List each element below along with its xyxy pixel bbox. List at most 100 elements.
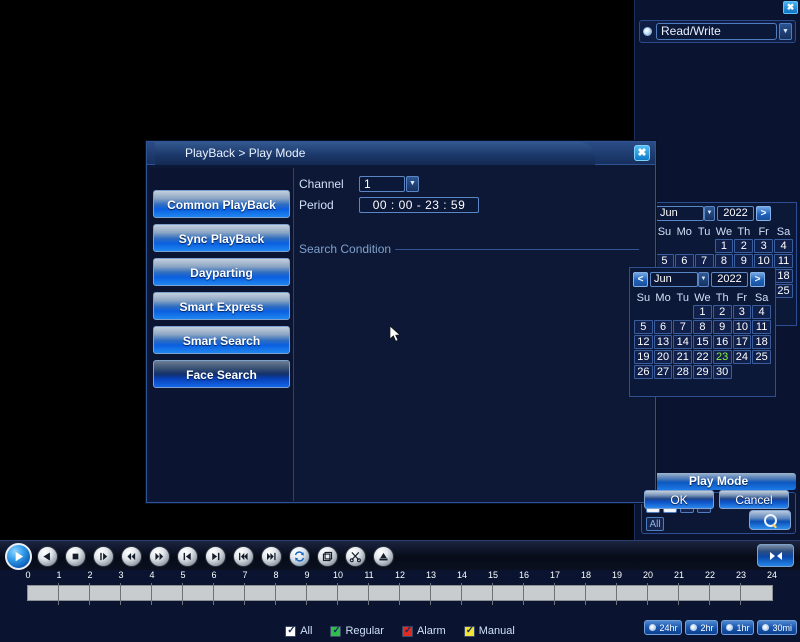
calendar-day-cell[interactable]: 10 <box>733 320 752 334</box>
slow-play-button[interactable] <box>93 546 114 567</box>
background-calendar-year[interactable]: 2022 <box>717 206 754 221</box>
dialog-close-button[interactable]: ✖ <box>634 145 650 161</box>
checkbox-icon[interactable] <box>330 626 341 637</box>
chevron-down-icon[interactable]: ▼ <box>406 176 419 192</box>
background-calendar-day-cell[interactable]: 18 <box>774 269 793 283</box>
calendar-day-cell[interactable]: 5 <box>634 320 653 334</box>
legend-item-manual[interactable]: Manual <box>464 625 515 637</box>
next-frame-button[interactable] <box>205 546 226 567</box>
window-close-button[interactable]: ✖ <box>783 1 798 14</box>
cancel-button[interactable]: Cancel <box>719 490 789 509</box>
menu-item-smart-express[interactable]: Smart Express <box>153 292 290 320</box>
calendar-day-cell[interactable]: 25 <box>752 350 771 364</box>
checkbox-icon[interactable] <box>285 626 296 637</box>
chevron-down-icon[interactable]: ▼ <box>779 23 792 40</box>
timeline-track[interactable] <box>27 585 773 601</box>
calendar-day-cell[interactable]: 12 <box>634 335 653 349</box>
time-range-30mi[interactable]: 30mi <box>757 620 797 635</box>
calendar-day-cell[interactable]: 14 <box>673 335 692 349</box>
stop-button[interactable] <box>65 546 86 567</box>
calendar-day-cell[interactable]: 22 <box>693 350 712 364</box>
rewind-button[interactable] <box>121 546 142 567</box>
calendar-day-cell[interactable]: 27 <box>654 365 673 379</box>
radio-icon[interactable] <box>649 624 656 631</box>
previous-frame-button[interactable] <box>177 546 198 567</box>
background-calendar-day-cell[interactable]: 8 <box>715 254 734 268</box>
calendar-day-cell[interactable]: 4 <box>752 305 771 319</box>
menu-item-dayparting[interactable]: Dayparting <box>153 258 290 286</box>
calendar-day-cell[interactable]: 29 <box>693 365 712 379</box>
storage-mode-selector[interactable]: Read/Write ▼ <box>639 20 796 43</box>
calendar-prev-button[interactable]: < <box>633 272 648 287</box>
calendar-day-cell[interactable]: 24 <box>733 350 752 364</box>
calendar-month[interactable]: Jun <box>650 272 698 287</box>
sync-refresh-button[interactable] <box>757 544 794 567</box>
time-range-24hr[interactable]: 24hr <box>644 620 682 635</box>
play-mode-all-button[interactable]: All <box>646 517 664 531</box>
calendar-day-cell[interactable]: 8 <box>693 320 712 334</box>
reverse-play-button[interactable] <box>37 546 58 567</box>
calendar-day-cell[interactable]: 1 <box>693 305 712 319</box>
menu-item-common-playback[interactable]: Common PlayBack <box>153 190 290 218</box>
play-mode-search-button[interactable] <box>749 510 791 530</box>
background-calendar-day-cell[interactable]: 10 <box>754 254 773 268</box>
background-calendar-day-cell[interactable]: 25 <box>774 284 793 298</box>
calendar-day-cell[interactable]: 30 <box>713 365 732 379</box>
time-range-2hr[interactable]: 2hr <box>685 620 718 635</box>
background-calendar-day-cell[interactable]: 5 <box>655 254 674 268</box>
legend-item-regular[interactable]: Regular <box>330 625 384 637</box>
background-calendar-day-cell[interactable]: 3 <box>754 239 773 253</box>
calendar-day-cell[interactable]: 15 <box>693 335 712 349</box>
background-calendar-day-cell[interactable]: 6 <box>675 254 694 268</box>
play-button[interactable] <box>5 543 32 570</box>
ok-button[interactable]: OK <box>644 490 714 509</box>
legend-item-alarm[interactable]: Alarm <box>402 625 446 637</box>
timeline[interactable]: 0123456789101112131415161718192021222324 <box>0 570 800 614</box>
next-file-button[interactable] <box>261 546 282 567</box>
calendar-day-cell[interactable]: 3 <box>733 305 752 319</box>
calendar-day-cell[interactable]: 6 <box>654 320 673 334</box>
calendar-day-cell[interactable]: 17 <box>733 335 752 349</box>
previous-file-button[interactable] <box>233 546 254 567</box>
calendar-day-cell[interactable]: 16 <box>713 335 732 349</box>
window-split-button[interactable] <box>317 546 338 567</box>
background-calendar-day-cell[interactable]: 4 <box>774 239 793 253</box>
fast-forward-button[interactable] <box>149 546 170 567</box>
menu-item-face-search[interactable]: Face Search <box>153 360 290 388</box>
background-calendar-day-cell[interactable]: 11 <box>774 254 793 268</box>
checkbox-icon[interactable] <box>464 626 475 637</box>
menu-item-smart-search[interactable]: Smart Search <box>153 326 290 354</box>
radio-icon[interactable] <box>690 624 697 631</box>
calendar-day-cell[interactable]: 2 <box>713 305 732 319</box>
clip-button[interactable] <box>345 546 366 567</box>
checkbox-icon[interactable] <box>402 626 413 637</box>
storage-mode-radio-icon[interactable] <box>643 27 652 36</box>
menu-item-sync-playback[interactable]: Sync PlayBack <box>153 224 290 252</box>
calendar-year[interactable]: 2022 <box>711 272 748 287</box>
background-calendar-day-cell[interactable]: 7 <box>695 254 714 268</box>
calendar-day-cell[interactable]: 7 <box>673 320 692 334</box>
legend-item-all[interactable]: All <box>285 625 312 637</box>
radio-icon[interactable] <box>762 624 769 631</box>
background-calendar-day-cell[interactable]: 2 <box>734 239 753 253</box>
radio-icon[interactable] <box>726 624 733 631</box>
chevron-down-icon[interactable]: ▼ <box>698 272 709 287</box>
calendar-day-cell[interactable]: 21 <box>673 350 692 364</box>
chevron-down-icon[interactable]: ▼ <box>704 206 715 221</box>
period-value[interactable]: 00 : 00 - 23 : 59 <box>359 197 479 213</box>
channel-value[interactable]: 1 <box>359 176 405 192</box>
background-calendar-month[interactable]: Jun <box>656 206 704 221</box>
calendar-day-cell[interactable]: 11 <box>752 320 771 334</box>
background-calendar-day-cell[interactable]: 1 <box>715 239 734 253</box>
calendar-day-cell[interactable]: 28 <box>673 365 692 379</box>
calendar-day-cell[interactable]: 20 <box>654 350 673 364</box>
calendar-day-cell[interactable]: 18 <box>752 335 771 349</box>
background-calendar-next-button[interactable]: > <box>756 206 771 221</box>
calendar-day-cell[interactable]: 19 <box>634 350 653 364</box>
calendar-day-cell[interactable]: 13 <box>654 335 673 349</box>
calendar-day-cell[interactable]: 26 <box>634 365 653 379</box>
time-range-1hr[interactable]: 1hr <box>721 620 754 635</box>
backup-button[interactable] <box>373 546 394 567</box>
calendar-day-cell[interactable]: 9 <box>713 320 732 334</box>
background-calendar-day-cell[interactable]: 9 <box>734 254 753 268</box>
